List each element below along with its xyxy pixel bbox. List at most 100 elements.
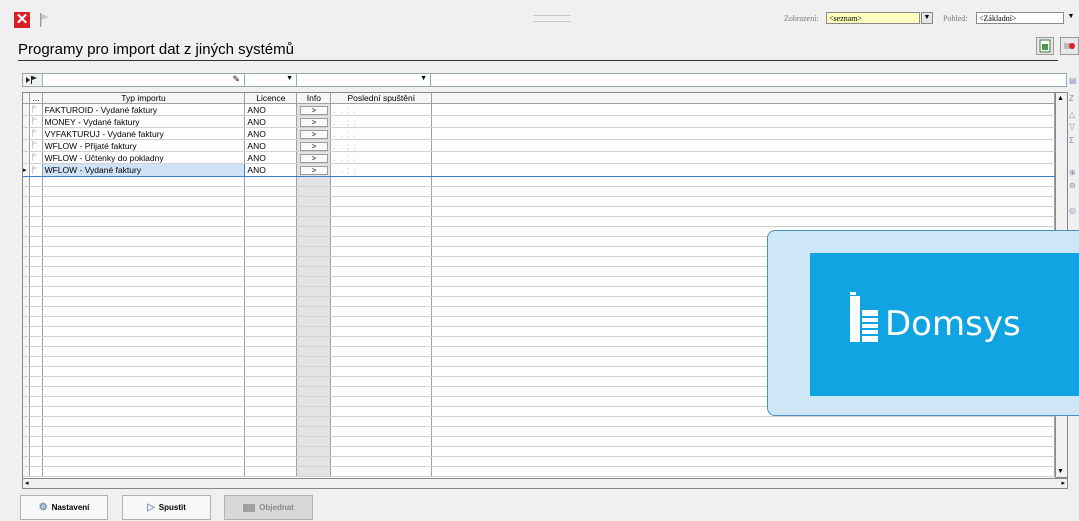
filter-info-select[interactable]: ▼ — [297, 74, 431, 86]
row-indicator[interactable] — [23, 206, 31, 217]
sort-za-icon[interactable]: Σ — [1069, 136, 1079, 145]
settings-button[interactable]: ⚙ Nastavení — [20, 495, 108, 520]
row-indicator[interactable] — [23, 306, 31, 317]
search-icon[interactable]: ◎ — [1069, 206, 1079, 215]
cell-typ-importu[interactable]: VYFAKTURUJ - Vydané faktury — [42, 127, 246, 140]
cell-info[interactable]: > — [296, 115, 332, 128]
close-icon[interactable]: ✕ — [14, 12, 30, 28]
info-button[interactable]: > — [299, 153, 328, 163]
row-flag[interactable] — [29, 103, 43, 116]
row-flag[interactable] — [29, 139, 43, 152]
row-indicator[interactable] — [23, 356, 31, 367]
row-indicator[interactable] — [23, 296, 31, 307]
table-row[interactable]: VYFAKTURUJ - Vydané faktury ANO >. . : : — [23, 127, 1055, 140]
copy-icon[interactable]: ▤ — [1069, 76, 1079, 85]
table-row[interactable]: ▸ WFLOW - Vydané faktury ANO >. . : : — [23, 163, 1055, 177]
scroll-up-icon[interactable]: ▲ — [1057, 95, 1064, 102]
info-button[interactable]: > — [299, 129, 328, 139]
row-indicator[interactable] — [23, 446, 31, 457]
row-indicator[interactable] — [23, 466, 31, 477]
row-indicator[interactable] — [23, 326, 31, 337]
row-indicator[interactable] — [23, 406, 31, 417]
column-header-licence[interactable]: Licence — [244, 93, 298, 104]
row-indicator[interactable] — [23, 396, 31, 407]
row-indicator[interactable] — [23, 139, 31, 152]
run-button[interactable]: ▷ Spustit — [122, 495, 211, 520]
column-header-typ[interactable]: Typ importu — [42, 93, 246, 104]
zobrazeni-dropdown-icon[interactable]: ▼ — [921, 12, 933, 24]
chevron-down-icon[interactable]: ▼ — [286, 75, 293, 82]
info-button[interactable]: > — [299, 166, 328, 175]
flag-icon[interactable] — [37, 12, 53, 28]
row-indicator[interactable] — [23, 346, 31, 357]
pohled-select[interactable]: <Základní> — [976, 12, 1064, 24]
row-indicator[interactable]: ▸ — [23, 163, 31, 177]
row-indicator[interactable] — [23, 176, 31, 187]
row-indicator[interactable] — [23, 266, 31, 277]
row-indicator[interactable] — [23, 286, 31, 297]
pohled-dropdown-icon[interactable]: ▼ — [1065, 12, 1077, 24]
zobrazeni-select[interactable]: <seznam> — [826, 12, 920, 24]
zoom-in-icon[interactable]: ⊕ — [1069, 168, 1079, 177]
cell-typ-importu[interactable]: WFLOW - Přijaté faktury — [42, 139, 246, 152]
row-indicator[interactable] — [23, 366, 31, 377]
cell-licence[interactable]: ANO — [244, 115, 298, 128]
row-indicator[interactable] — [23, 103, 31, 116]
info-button[interactable]: > — [299, 117, 328, 127]
row-indicator[interactable] — [23, 115, 31, 128]
scroll-right-icon[interactable]: ▸ — [1061, 479, 1065, 487]
row-indicator[interactable] — [23, 127, 31, 140]
window-grip[interactable] — [533, 15, 571, 22]
row-indicator[interactable] — [23, 151, 31, 164]
cell-info[interactable]: > — [296, 163, 332, 177]
row-indicator[interactable] — [23, 186, 31, 197]
cell-info[interactable]: > — [296, 127, 332, 140]
column-header-info[interactable]: Info — [296, 93, 332, 104]
filter-typ-input[interactable]: ✎ — [43, 74, 245, 86]
row-indicator[interactable] — [23, 236, 31, 247]
cell-typ-importu[interactable]: FAKTUROID - Vydané faktury — [42, 103, 246, 116]
scroll-left-icon[interactable]: ◂ — [25, 479, 29, 487]
row-indicator[interactable] — [23, 216, 31, 227]
cell-typ-importu[interactable]: WFLOW - Vydané faktury — [41, 163, 246, 177]
horizontal-scrollbar[interactable]: ◂ ▸ — [22, 478, 1068, 489]
info-button[interactable]: > — [299, 141, 328, 151]
filter-clear-icon[interactable]: ✎ — [232, 74, 240, 85]
row-flag[interactable] — [29, 151, 43, 164]
row-indicator[interactable] — [23, 276, 31, 287]
row-indicator[interactable] — [23, 426, 31, 437]
print-icon[interactable] — [1060, 37, 1079, 55]
cell-licence[interactable]: ANO — [244, 139, 298, 152]
table-row[interactable]: MONEY - Vydané faktury ANO >. . : : — [23, 115, 1055, 128]
row-flag[interactable] — [29, 115, 43, 128]
table-row[interactable]: FAKTUROID - Vydané faktury ANO >. . : : — [23, 103, 1055, 116]
cell-licence[interactable]: ANO — [244, 127, 298, 140]
row-indicator[interactable] — [23, 256, 31, 267]
cell-info[interactable]: > — [296, 139, 332, 152]
cell-info[interactable]: > — [296, 151, 332, 164]
row-indicator[interactable] — [23, 416, 31, 427]
scroll-down-icon[interactable]: ▼ — [1057, 468, 1064, 475]
row-indicator[interactable] — [23, 246, 31, 257]
row-flag[interactable] — [29, 127, 43, 140]
row-indicator[interactable] — [23, 226, 31, 237]
filter-licence-select[interactable]: ▼ — [245, 74, 297, 86]
chevron-down-icon[interactable]: ▼ — [420, 75, 427, 82]
row-indicator[interactable] — [23, 316, 31, 327]
zoom-out-icon[interactable]: ⊖ — [1069, 181, 1079, 190]
row-indicator[interactable] — [23, 456, 31, 467]
cell-licence[interactable]: ANO — [244, 151, 298, 164]
cell-typ-importu[interactable]: MONEY - Vydané faktury — [42, 115, 246, 128]
row-indicator[interactable] — [23, 336, 31, 347]
row-indicator[interactable] — [23, 376, 31, 387]
row-indicator[interactable] — [23, 386, 31, 397]
cell-info[interactable]: > — [296, 103, 332, 116]
column-header-posledni[interactable]: Poslední spuštění — [330, 93, 433, 104]
export-icon[interactable] — [1036, 37, 1054, 55]
row-flag[interactable] — [29, 163, 43, 177]
cell-licence[interactable]: ANO — [244, 163, 298, 177]
cell-typ-importu[interactable]: WFLOW - Účtenky do pokladny — [42, 151, 246, 164]
sort-az-icon[interactable]: Z — [1069, 94, 1079, 103]
sort-desc-icon[interactable]: ▽ — [1069, 122, 1079, 131]
info-button[interactable]: > — [299, 105, 328, 115]
